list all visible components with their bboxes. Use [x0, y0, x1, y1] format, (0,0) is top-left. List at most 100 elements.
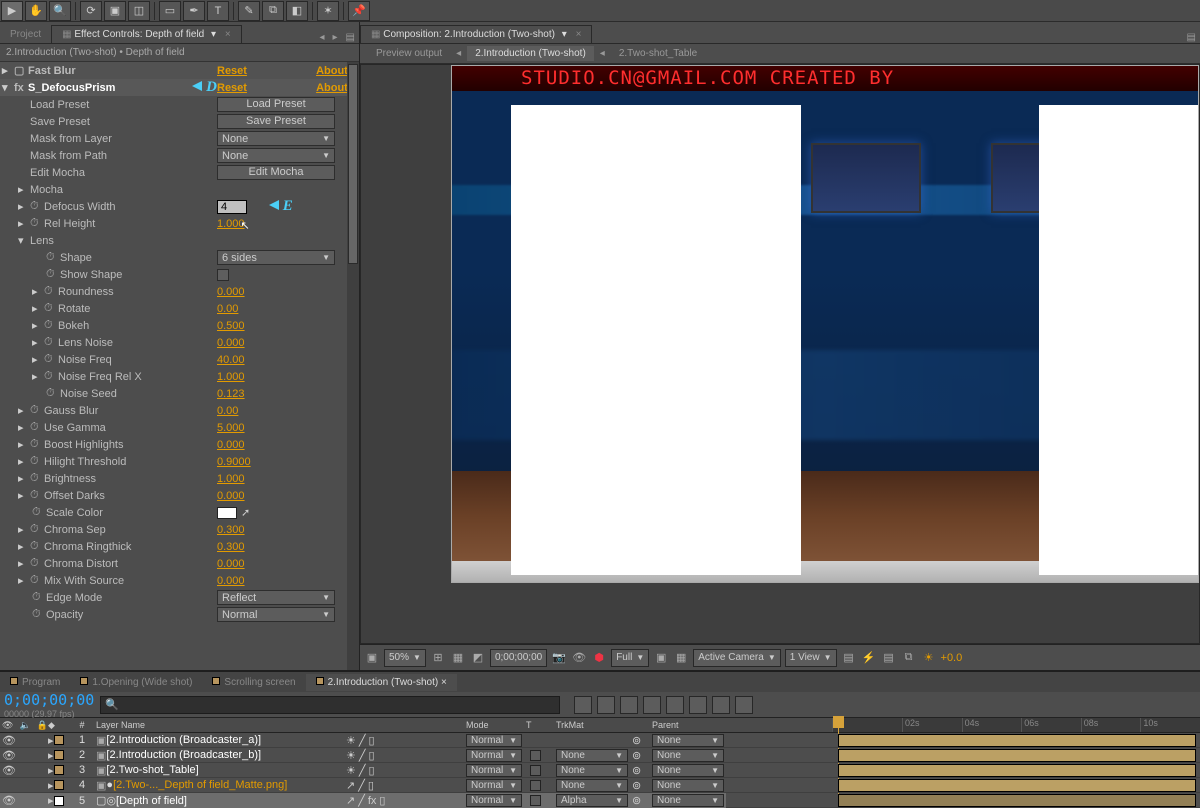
layer-bar-selected[interactable] — [838, 794, 1196, 807]
hidesshy-icon[interactable] — [620, 696, 638, 714]
disclosure-icon[interactable]: ▸ — [18, 574, 30, 587]
eye-icon[interactable]: 👁 — [2, 734, 16, 747]
motionblur-icon[interactable] — [666, 696, 684, 714]
trkmat-dropdown[interactable]: None▼ — [556, 764, 628, 777]
pen-tool[interactable]: ✒ — [183, 1, 205, 21]
tab-dropdown-caret[interactable]: ▾ — [211, 29, 216, 40]
disclosure-icon[interactable]: ▸ — [18, 455, 30, 468]
chroma-ringthick-value[interactable]: 0.300 — [217, 541, 245, 553]
current-time-display[interactable]: 0;00;00;00 — [4, 691, 94, 709]
disclosure-icon[interactable]: ▸ — [18, 217, 30, 230]
draft3d-icon[interactable] — [597, 696, 615, 714]
disclosure-icon[interactable]: ▸ — [18, 557, 30, 570]
stopwatch-icon[interactable]: ⏱ — [32, 506, 46, 519]
stopwatch-icon[interactable]: ⏱ — [32, 608, 46, 621]
layer-bar[interactable] — [838, 779, 1196, 792]
stopwatch-icon[interactable]: ⏱ — [30, 200, 44, 213]
puppet-tool[interactable]: 📌 — [348, 1, 370, 21]
quality-icon[interactable]: ╱ — [358, 794, 365, 807]
stopwatch-icon[interactable]: ⏱ — [44, 302, 58, 315]
effect-fast-blur-header[interactable]: ▸ ▢ Fast Blur Reset About... — [0, 62, 359, 79]
layer-name[interactable]: [Depth of field] — [116, 795, 187, 807]
pickwhip-icon[interactable]: ⊚ — [632, 779, 641, 792]
transparency-grid-icon[interactable]: ▦ — [673, 650, 689, 666]
tab-close-icon[interactable]: × — [225, 29, 231, 40]
parent-dropdown[interactable]: None▼ — [652, 734, 724, 747]
trkmat-checkbox[interactable] — [530, 750, 541, 761]
panel-menu-icon[interactable]: ▤ — [1183, 32, 1200, 43]
tab-close-icon[interactable]: × — [576, 29, 582, 40]
disclosure-icon[interactable]: ▸ — [18, 421, 30, 434]
layer-name[interactable]: [2.Two-..._Depth of field_Matte.png] — [113, 779, 287, 791]
layer-color-swatch[interactable] — [54, 796, 64, 806]
trkmat-dropdown[interactable]: Alpha▼ — [556, 794, 628, 807]
rotate-value[interactable]: 0.00 — [217, 303, 238, 315]
quality-icon[interactable]: ╱ — [359, 749, 366, 762]
fast-previews-icon[interactable]: ⚡ — [861, 650, 877, 666]
disclosure-icon[interactable]: ▸ — [32, 319, 44, 332]
eye-icon[interactable]: 👁 — [2, 794, 16, 807]
hilight-threshold-value[interactable]: 0.9000 — [217, 456, 251, 468]
hand-tool[interactable]: ✋ — [25, 1, 47, 21]
parent-dropdown[interactable]: None▼ — [652, 779, 724, 792]
tab-dropdown-caret[interactable]: ▾ — [562, 29, 567, 40]
pickwhip-icon[interactable]: ⊚ — [632, 794, 641, 807]
fx-toggle-icon[interactable]: fx — [14, 82, 28, 94]
exposure-icon[interactable]: ☀ — [921, 650, 937, 666]
eye-icon[interactable]: 👁 — [2, 764, 16, 777]
layer-color-swatch[interactable] — [54, 765, 64, 775]
disclosure-icon[interactable]: ▸ — [18, 183, 30, 196]
zoom-dropdown[interactable]: 50%▼ — [384, 649, 426, 667]
mask-toggle-icon[interactable]: ◩ — [470, 650, 486, 666]
stopwatch-icon[interactable]: ⏱ — [30, 438, 44, 451]
pickwhip-icon[interactable]: ⊚ — [632, 734, 641, 747]
layer-color-swatch[interactable] — [54, 780, 64, 790]
layer-row-selected[interactable]: 👁 ▸ 5 ▢◎ [Depth of field] ↗╱fx▯ Normal▼ … — [0, 793, 726, 808]
timecode-display[interactable]: 0;00;00;00 — [490, 649, 547, 667]
panbehind-tool[interactable]: ◫ — [128, 1, 150, 21]
param-mocha[interactable]: ▸Mocha — [0, 181, 359, 198]
boost-highlights-value[interactable]: 0.000 — [217, 439, 245, 451]
stopwatch-icon[interactable]: ⏱ — [30, 523, 44, 536]
stopwatch-icon[interactable]: ⏱ — [46, 251, 60, 264]
stopwatch-icon[interactable]: ⏱ — [44, 370, 58, 383]
exposure-value[interactable]: +0.0 — [941, 652, 963, 664]
ec-scrollbar-thumb[interactable] — [348, 64, 358, 264]
shape-dropdown[interactable]: 6 sides▼ — [217, 250, 335, 265]
timeline-icon[interactable]: ▤ — [881, 650, 897, 666]
effect-controls-list[interactable]: ▸ ▢ Fast Blur Reset About... ▾ fx S_Defo… — [0, 62, 359, 670]
defocus-width-input[interactable]: 4 — [217, 200, 247, 214]
layer-bar[interactable] — [838, 749, 1196, 762]
resolution-icon[interactable]: ⊞ — [430, 650, 446, 666]
stopwatch-icon[interactable]: ⏱ — [46, 387, 60, 400]
stopwatch-icon[interactable]: ⏱ — [30, 557, 44, 570]
label-header-icon[interactable]: ◆ — [46, 718, 70, 732]
fx-toggle-icon[interactable]: ▢ — [14, 64, 28, 77]
comp-mini-flowchart-icon[interactable] — [574, 696, 592, 714]
layer-name[interactable]: [2.Introduction (Broadcaster_a)] — [106, 734, 261, 746]
tab-effect-controls[interactable]: ▦ Effect Controls: Depth of field ▾ × — [51, 25, 242, 43]
rotobrush-tool[interactable]: ✶ — [317, 1, 339, 21]
disclosure-icon[interactable]: ▸ — [18, 438, 30, 451]
clone-tool[interactable]: ⧉ — [262, 1, 284, 21]
pickwhip-icon[interactable]: ⊚ — [632, 764, 641, 777]
brightness-value[interactable]: 1.000 — [217, 473, 245, 485]
trkmat-dropdown[interactable]: None▼ — [556, 779, 628, 792]
scale-color-swatch[interactable] — [217, 507, 237, 519]
tab-program[interactable]: Program — [0, 674, 70, 691]
roundness-value[interactable]: 0.000 — [217, 286, 245, 298]
stopwatch-icon[interactable]: ⏱ — [30, 217, 44, 230]
viewer-canvas[interactable]: STUDIO.CN@GMAIL.COM CREATED BY — [451, 65, 1199, 583]
tab-composition[interactable]: ▦ Composition: 2.Introduction (Two-shot)… — [360, 25, 592, 43]
disclosure-icon[interactable]: ▸ — [18, 200, 30, 213]
stopwatch-icon[interactable]: ⏱ — [44, 285, 58, 298]
chroma-distort-value[interactable]: 0.000 — [217, 558, 245, 570]
snapshot-icon[interactable]: 📷 — [551, 650, 567, 666]
frameblend-icon[interactable] — [643, 696, 661, 714]
fx-icon[interactable]: fx — [368, 795, 377, 807]
speaker-header-icon[interactable]: 🔈 — [19, 720, 30, 731]
layer-color-swatch[interactable] — [54, 735, 64, 745]
channel-icon[interactable]: ⬢ — [591, 650, 607, 666]
disclosure-icon[interactable]: ▸ — [32, 353, 44, 366]
zoom-tool[interactable]: 🔍 — [49, 1, 71, 21]
